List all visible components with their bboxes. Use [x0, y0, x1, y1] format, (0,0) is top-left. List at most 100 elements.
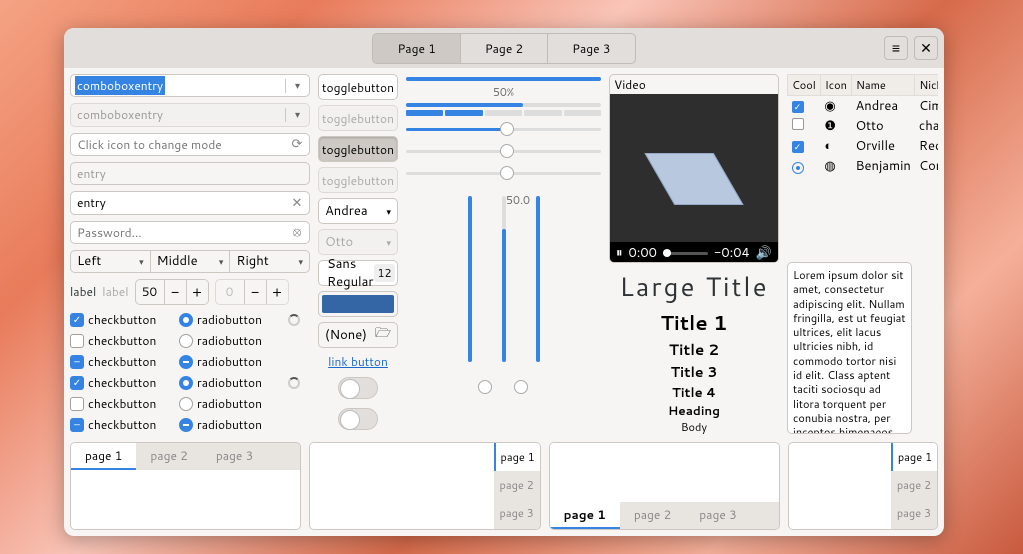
vscale-2[interactable]: [502, 196, 506, 362]
titlebar: Page 1 Page 2 Page 3 ≡ ✕: [64, 28, 944, 68]
comboboxentry-selected-text: comboboxentry: [75, 76, 165, 95]
checkbox[interactable]: ✓: [70, 376, 84, 390]
checkbox[interactable]: ✓: [70, 313, 84, 327]
tab-page3[interactable]: Page 3: [548, 33, 635, 64]
hscale-1[interactable]: [406, 120, 601, 138]
column-scales: 50% 50.0: [406, 74, 601, 434]
comboboxentry-1[interactable]: comboboxentry ▾: [70, 74, 310, 97]
checkbox[interactable]: ✓: [792, 101, 804, 113]
radio[interactable]: [179, 397, 193, 411]
switch-off-2[interactable]: [338, 408, 378, 430]
align-left-segment[interactable]: Left▾: [70, 250, 151, 273]
mode-entry-input[interactable]: [71, 136, 285, 153]
th-cool[interactable]: Cool: [788, 75, 821, 96]
hscale-2[interactable]: [406, 142, 601, 160]
vscale-1[interactable]: [468, 196, 472, 362]
levelbar: [406, 110, 601, 116]
togglebutton[interactable]: togglebutton: [318, 74, 398, 100]
tab-page2[interactable]: Page 2: [461, 33, 548, 64]
close-window-button[interactable]: ✕: [914, 36, 938, 60]
nb-tab-3[interactable]: page 3: [494, 499, 540, 527]
th-icon[interactable]: Icon: [820, 75, 851, 96]
nb-tab-1[interactable]: page 1: [550, 502, 620, 529]
checkbox[interactable]: [792, 118, 804, 130]
radio-mixed[interactable]: [179, 418, 193, 432]
nb-tab-1[interactable]: page 1: [494, 443, 540, 471]
spinbutton[interactable]: 50 − +: [135, 279, 209, 305]
password-input[interactable]: [71, 224, 285, 241]
switch-off-1[interactable]: [338, 377, 378, 399]
refresh-icon[interactable]: ⟳: [285, 135, 309, 153]
video-content-3d-icon: [644, 153, 743, 205]
progress-percent-label: 50%: [406, 84, 601, 100]
chevron-down-icon: ▾: [386, 205, 391, 218]
th-nick[interactable]: Nick: [915, 75, 938, 96]
nb-tab-3[interactable]: page 3: [202, 443, 267, 470]
link-button[interactable]: link button: [318, 353, 398, 370]
close-icon[interactable]: ✕: [285, 194, 309, 212]
progressbar-1: [406, 77, 601, 81]
align-right-segment[interactable]: Right▾: [230, 250, 310, 273]
togglebutton-disabled: togglebutton: [318, 105, 398, 131]
checkbox[interactable]: ✓: [792, 141, 804, 153]
typography-samples: Large Title Title 1 Title 2 Title 3 Titl…: [609, 269, 779, 434]
th-name[interactable]: Name: [851, 75, 914, 96]
file-chooser-button[interactable]: (None)🗁: [318, 322, 398, 348]
notebook-row: page 1 page 2 page 3 page 1 page 2 page …: [70, 442, 938, 530]
entry-placeholder-only[interactable]: entry: [70, 162, 310, 185]
nb-tab-2[interactable]: page 2: [494, 471, 540, 499]
spin-plus-button[interactable]: +: [186, 280, 208, 304]
togglebutton-disabled-2: togglebutton: [318, 167, 398, 193]
video-controls: ⏸ 0:00 -0:04 🔊: [610, 242, 778, 263]
video-current-time: 0:00: [629, 244, 657, 262]
vertical-scales: 50.0: [406, 192, 601, 362]
nb-tab-1[interactable]: page 1: [891, 443, 937, 471]
dropdown-andrea[interactable]: Andrea▾: [318, 198, 398, 224]
video-player: Video ⏸ 0:00 -0:04 🔊: [609, 74, 779, 263]
togglebutton-active[interactable]: togglebutton: [318, 136, 398, 162]
radio[interactable]: [792, 162, 804, 174]
spin-plus-disabled: +: [266, 280, 288, 304]
entry-with-icon[interactable]: ⟳: [70, 133, 310, 156]
volume-icon[interactable]: 🔊: [756, 244, 772, 262]
hamburger-menu-button[interactable]: ≡: [884, 36, 908, 60]
checkbox[interactable]: [70, 334, 84, 348]
radio[interactable]: [179, 313, 193, 327]
chevron-down-icon[interactable]: ▾: [285, 79, 309, 93]
video-remaining-time: -0:04: [714, 244, 750, 262]
radio[interactable]: [179, 376, 193, 390]
nb-tab-3[interactable]: page 3: [685, 502, 750, 529]
entry-input[interactable]: [71, 194, 285, 211]
tab-page1[interactable]: Page 1: [372, 33, 460, 64]
people-table[interactable]: Cool Icon Name Nick ✓ ◉ Andrea Cim ❶: [787, 74, 938, 176]
nb-tab-3[interactable]: page 3: [891, 499, 937, 527]
vscale-3[interactable]: [536, 196, 540, 362]
radio-mixed[interactable]: [179, 355, 193, 369]
align-middle-segment[interactable]: Middle▾: [151, 250, 231, 273]
radio[interactable]: [179, 334, 193, 348]
title-2: Title 2: [609, 339, 779, 360]
eye-off-icon[interactable]: ⦻: [285, 223, 309, 241]
globe-icon: ◍: [824, 157, 835, 175]
exclaim-icon: ❶: [824, 117, 836, 135]
nb-tab-2[interactable]: page 2: [136, 443, 201, 470]
hscale-3[interactable]: [406, 164, 601, 182]
checkbox-mixed[interactable]: –: [70, 355, 84, 369]
font-button[interactable]: Sans Regular12: [318, 260, 398, 286]
spin-value-disabled: 0: [216, 283, 244, 300]
video-frame[interactable]: ⏸ 0:00 -0:04 🔊: [610, 94, 778, 263]
textview[interactable]: Lorem ipsum dolor sit amet, consectetur …: [787, 262, 912, 434]
entry-with-clear[interactable]: ✕: [70, 191, 310, 214]
checkbox-mixed[interactable]: –: [70, 418, 84, 432]
nb-tab-2[interactable]: page 2: [620, 502, 685, 529]
spin-minus-button[interactable]: −: [164, 280, 186, 304]
pause-icon[interactable]: ⏸: [616, 244, 623, 262]
checkbox[interactable]: [70, 397, 84, 411]
color-button[interactable]: [318, 291, 398, 317]
nb-tab-2[interactable]: page 2: [891, 471, 937, 499]
nb-tab-1[interactable]: page 1: [71, 443, 136, 470]
video-seek-slider[interactable]: [663, 252, 708, 255]
column-table-text: Cool Icon Name Nick ✓ ◉ Andrea Cim ❶: [787, 74, 912, 434]
notebook-top-tabs: page 1 page 2 page 3: [70, 442, 301, 530]
password-entry[interactable]: ⦻: [70, 221, 310, 244]
